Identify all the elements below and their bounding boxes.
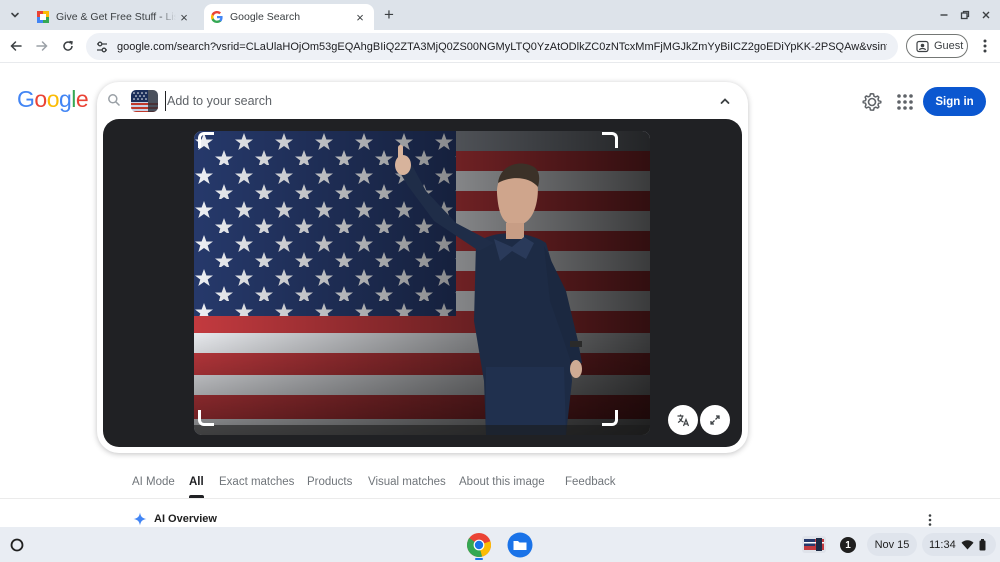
active-app-indicator	[475, 558, 483, 560]
close-tab-icon[interactable]: ×	[176, 9, 192, 25]
close-window-button[interactable]	[977, 6, 995, 24]
search-icon	[108, 94, 121, 107]
crop-corner-handle[interactable]	[198, 410, 214, 426]
crop-corner-handle[interactable]	[602, 132, 618, 148]
close-icon	[982, 11, 990, 19]
tab-about-this-image[interactable]: About this image	[459, 476, 545, 488]
results-filter-tabs: AI Mode All Exact matches Products Visua…	[0, 470, 1000, 499]
translate-button[interactable]	[668, 405, 698, 435]
more-vert-icon[interactable]	[924, 513, 936, 527]
close-tab-icon[interactable]: ×	[352, 9, 368, 25]
google-apps-icon[interactable]	[896, 93, 914, 111]
profile-label: Guest	[934, 40, 964, 52]
tab-all[interactable]: All	[189, 476, 204, 498]
status-area[interactable]: 11:34	[922, 533, 996, 556]
logo-letter: G	[17, 86, 35, 112]
tab-exact-matches[interactable]: Exact matches	[219, 476, 294, 488]
expand-icon	[710, 415, 720, 425]
minimize-button[interactable]	[935, 6, 953, 24]
forward-button[interactable]	[33, 37, 51, 55]
arrow-back-icon	[10, 41, 22, 51]
new-tab-button[interactable]: +	[380, 6, 398, 24]
crop-corner-handle[interactable]	[602, 410, 618, 426]
tab-title: Give & Get Free Stuff - Listia.com	[56, 11, 176, 23]
chrome-app-icon[interactable]	[466, 532, 492, 558]
tab-search-button[interactable]	[5, 5, 25, 25]
query-image[interactable]	[194, 131, 650, 435]
logo-letter: e	[75, 86, 89, 112]
maximize-button[interactable]	[956, 6, 974, 24]
profile-button[interactable]: Guest	[906, 34, 968, 58]
reload-icon	[63, 40, 73, 51]
collapse-button[interactable]	[716, 92, 734, 110]
lens-search-box	[97, 82, 748, 453]
lens-image-panel	[103, 119, 742, 447]
logo-letter: o	[34, 86, 47, 112]
fullscreen-button[interactable]	[700, 405, 730, 435]
back-button[interactable]	[7, 37, 25, 55]
logo-letter: g	[58, 86, 72, 112]
reload-button[interactable]	[59, 37, 77, 55]
restore-icon	[960, 10, 970, 20]
translate-icon	[677, 414, 690, 427]
more-vert-icon	[983, 39, 987, 53]
tab-strip: Give & Get Free Stuff - Listia.com × Goo…	[0, 0, 1000, 30]
arrow-forward-icon	[36, 41, 48, 51]
tab-title: Google Search	[230, 11, 301, 23]
guest-profile-icon	[916, 40, 929, 52]
sign-in-button[interactable]: Sign in	[923, 87, 986, 116]
date-pill[interactable]: Nov 15	[867, 533, 917, 556]
crop-corner-handle[interactable]	[198, 132, 214, 148]
chevron-up-icon	[720, 98, 730, 104]
tab-ai-mode[interactable]: AI Mode	[132, 476, 175, 488]
tab-products[interactable]: Products	[307, 476, 352, 488]
query-image-thumbnail[interactable]	[131, 90, 158, 112]
chevron-down-icon	[11, 12, 19, 18]
tab-google-search[interactable]: Google Search ×	[204, 4, 374, 30]
search-input[interactable]	[165, 91, 705, 111]
notification-badge[interactable]: 1	[840, 537, 856, 553]
tab-visual-matches[interactable]: Visual matches	[368, 476, 446, 488]
ai-overview-header: AI Overview	[133, 511, 217, 527]
browser-toolbar: google.com/search?vsrid=CLaUlaHOjOm53gEQ…	[0, 30, 1000, 63]
os-shelf: 1 Nov 15 11:34	[0, 527, 1000, 562]
clock-time: 11:34	[929, 538, 956, 551]
ai-overview-label: AI Overview	[154, 513, 217, 525]
google-favicon-icon	[211, 11, 223, 23]
google-logo[interactable]: Google	[17, 86, 89, 113]
tab-listia[interactable]: Give & Get Free Stuff - Listia.com ×	[30, 4, 198, 30]
address-bar[interactable]: google.com/search?vsrid=CLaUlaHOjOm53gEQ…	[86, 33, 898, 60]
url-text[interactable]: google.com/search?vsrid=CLaUlaHOjOm53gEQ…	[117, 41, 887, 53]
browser-menu-button[interactable]	[976, 37, 994, 55]
minimize-icon	[940, 14, 948, 16]
battery-icon	[979, 538, 986, 550]
settings-icon[interactable]	[862, 92, 882, 112]
wifi-icon	[961, 539, 974, 549]
site-info-icon[interactable]	[95, 40, 109, 54]
launcher-icon[interactable]	[9, 537, 25, 553]
feedback-link[interactable]: Feedback	[565, 476, 616, 488]
screen-capture-thumbnail[interactable]	[802, 536, 826, 553]
logo-letter: o	[46, 86, 60, 112]
files-app-icon[interactable]	[507, 532, 533, 558]
listia-favicon-icon	[37, 11, 49, 23]
sparkle-icon	[133, 512, 147, 526]
